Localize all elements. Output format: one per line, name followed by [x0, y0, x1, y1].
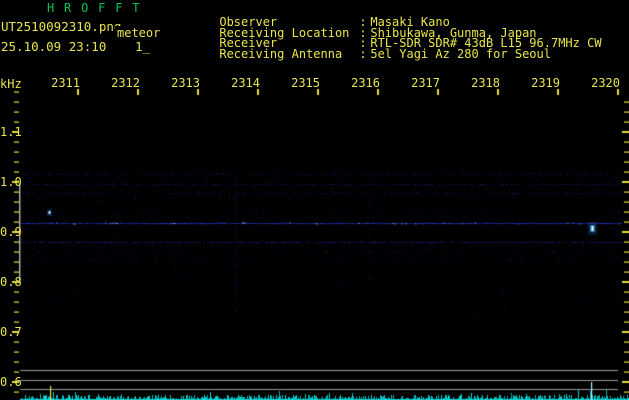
time-tick-label: 2311: [51, 76, 80, 90]
time-tick-label: 2314: [231, 76, 260, 90]
freq-axis-unit: kHz: [0, 77, 22, 91]
freq-tick-label: 0.8: [0, 275, 22, 289]
freq-tick-label: 1.0: [0, 175, 22, 189]
time-tick-label: 2312: [111, 76, 140, 90]
station-label: meteor: [115, 26, 163, 40]
time-tick-label: 2313: [171, 76, 200, 90]
time-tick-label: 2315: [291, 76, 320, 90]
time-tick-label: 2316: [351, 76, 380, 90]
freq-tick-label: 0.6: [0, 375, 22, 389]
station-info-block: Observer: Masaki Kano Receiving Location:…: [176, 4, 628, 60]
time-tick-label: 2317: [411, 76, 440, 90]
freq-tick-label: 0.7: [0, 325, 22, 339]
capture-filename: UT2510092310.png: [1, 19, 122, 34]
info-label: Receiving Antenna: [219, 47, 343, 61]
info-value: 5el Yagi Az 280 for Seoul: [370, 47, 551, 61]
time-tick-label: 2320: [591, 76, 620, 90]
info-row-antenna: Receiving Antenna:5el Yagi Az 280 for Se…: [176, 36, 551, 72]
freq-tick-label: 0.9: [0, 225, 22, 239]
freq-tick-label: 1.1: [0, 125, 22, 139]
time-tick-label: 2318: [471, 76, 500, 90]
capture-datetime: 25.10.09 23:10: [1, 39, 107, 54]
app-title: H R O F F T: [47, 1, 141, 15]
time-tick-label: 2319: [531, 76, 560, 90]
hrofft-window: H R O F F T UT2510092310.png meteor 25.1…: [0, 0, 629, 400]
echo-counter: 1_: [135, 39, 151, 54]
info-colon: :: [359, 47, 367, 61]
